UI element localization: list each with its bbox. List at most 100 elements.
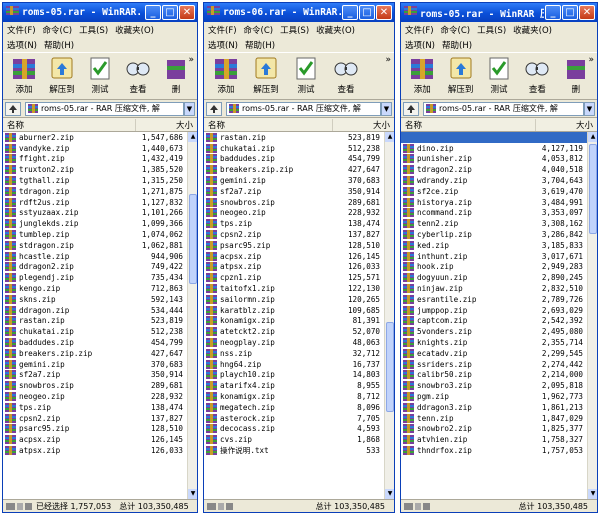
menu-item[interactable]: 文件(F) bbox=[7, 24, 36, 36]
close-button[interactable]: ✕ bbox=[376, 5, 392, 20]
file-row[interactable]: atarifx4.zip 8,955 bbox=[204, 380, 384, 391]
file-row[interactable]: playch10.zip 14,803 bbox=[204, 370, 384, 381]
file-row[interactable]: kengo.zip 712,863 bbox=[3, 283, 187, 294]
file-row[interactable]: breakers.zip.zip 427,647 bbox=[3, 348, 187, 359]
scroll-up-arrow-icon[interactable]: ▲ bbox=[385, 132, 394, 142]
file-row[interactable]: esrantile.zip 2,789,726 bbox=[401, 294, 587, 305]
file-row[interactable]: dogyuun.zip 2,890,245 bbox=[401, 272, 587, 283]
file-row[interactable]: baddudes.zip 454,799 bbox=[204, 154, 384, 165]
title-bar[interactable]: roms-05.rar - WinRAR... _ □ ✕ bbox=[3, 3, 197, 22]
file-row[interactable]: decocass.zip 4,593 bbox=[204, 424, 384, 435]
toolbar-overflow-chevron-icon[interactable]: » bbox=[588, 55, 594, 65]
file-row[interactable]: megatech.zip 8,096 bbox=[204, 402, 384, 413]
file-row[interactable]: taitofx1.zip 122,130 bbox=[204, 283, 384, 294]
file-row[interactable] bbox=[401, 132, 587, 143]
toolbar-overflow-chevron-icon[interactable]: » bbox=[188, 55, 194, 65]
file-row[interactable]: dino.zip 4,127,119 bbox=[401, 143, 587, 154]
file-row[interactable]: tgthall.zip 1,315,250 bbox=[3, 175, 187, 186]
menu-item[interactable]: 选项(N) bbox=[208, 39, 238, 51]
file-row[interactable]: ked.zip 3,185,833 bbox=[401, 240, 587, 251]
file-row[interactable]: sf2a7.zip 350,914 bbox=[3, 370, 187, 381]
file-row[interactable]: atetckt2.zip 52,070 bbox=[204, 326, 384, 337]
column-size-header[interactable]: 大小 bbox=[332, 118, 394, 131]
file-row[interactable]: inthunt.zip 3,017,671 bbox=[401, 251, 587, 262]
file-row[interactable]: pgm.zip 1,962,773 bbox=[401, 391, 587, 402]
file-row[interactable]: cpzn1.zip 125,571 bbox=[204, 272, 384, 283]
file-row[interactable]: rastan.zip 523,819 bbox=[3, 316, 187, 327]
menu-item[interactable]: 工具(S) bbox=[280, 24, 309, 36]
scroll-down-arrow-icon[interactable]: ▼ bbox=[385, 489, 394, 499]
file-row[interactable]: junglekds.zip 1,099,366 bbox=[3, 218, 187, 229]
file-row[interactable]: atpsx.zip 126,033 bbox=[204, 262, 384, 273]
file-row[interactable]: hng64.zip 16,737 bbox=[204, 359, 384, 370]
minimize-button[interactable]: _ bbox=[545, 5, 561, 20]
close-button[interactable]: ✕ bbox=[579, 5, 595, 20]
scroll-down-arrow-icon[interactable]: ▼ bbox=[588, 489, 597, 499]
file-row[interactable]: knights.zip 2,355,714 bbox=[401, 337, 587, 348]
menu-item[interactable]: 收藏夹(O) bbox=[115, 24, 154, 36]
file-row[interactable]: ddragon3.zip 1,861,213 bbox=[401, 402, 587, 413]
file-row[interactable]: cpsn2.zip 137,827 bbox=[204, 229, 384, 240]
file-row[interactable]: snowbros.zip 289,681 bbox=[204, 197, 384, 208]
file-row[interactable]: ssriders.zip 2,274,442 bbox=[401, 359, 587, 370]
file-row[interactable]: tenn.zip 1,847,029 bbox=[401, 413, 587, 424]
file-row[interactable]: psarc95.zip 128,510 bbox=[204, 240, 384, 251]
file-row[interactable]: vandyke.zip 1,440,673 bbox=[3, 143, 187, 154]
column-name-header[interactable]: 名称 bbox=[204, 119, 332, 131]
file-row[interactable]: hcastle.zip 944,906 bbox=[3, 251, 187, 262]
file-row[interactable]: snowbros.zip 289,681 bbox=[3, 380, 187, 391]
view-button[interactable]: 查看 bbox=[518, 55, 556, 95]
file-row[interactable]: jumppop.zip 2,693,029 bbox=[401, 305, 587, 316]
vertical-scrollbar[interactable]: ▲ ▼ bbox=[384, 132, 394, 499]
menu-item[interactable]: 选项(N) bbox=[7, 39, 37, 51]
file-row[interactable]: historya.zip 3,484,991 bbox=[401, 197, 587, 208]
scrollbar-thumb[interactable] bbox=[589, 144, 597, 234]
vertical-scrollbar[interactable]: ▲ ▼ bbox=[187, 132, 197, 499]
title-bar[interactable]: roms-06.rar - WinRAR..._□✕ bbox=[204, 3, 394, 22]
file-row[interactable]: hook.zip 2,949,283 bbox=[401, 262, 587, 273]
file-row[interactable]: acpsx.zip 126,145 bbox=[204, 251, 384, 262]
address-path[interactable]: roms-05.rar - RAR 压缩文件, 解 bbox=[226, 101, 381, 116]
file-row[interactable]: tenn2.zip 3,308,162 bbox=[401, 218, 587, 229]
file-row[interactable]: asterock.zip 7,705 bbox=[204, 413, 384, 424]
address-dropdown-button[interactable]: ▼ bbox=[184, 101, 195, 116]
file-row[interactable]: ffight.zip 1,432,419 bbox=[3, 154, 187, 165]
scroll-up-arrow-icon[interactable]: ▲ bbox=[188, 132, 197, 142]
file-row[interactable]: konamigx.zip 8,712 bbox=[204, 391, 384, 402]
test-button[interactable]: 测试 bbox=[81, 55, 119, 95]
add-button[interactable]: 添加 bbox=[403, 55, 441, 95]
menu-item[interactable]: 帮助(H) bbox=[245, 39, 275, 51]
column-name-header[interactable]: 名称 bbox=[3, 119, 135, 131]
file-row[interactable]: punisher.zip 4,053,812 bbox=[401, 154, 587, 165]
file-row[interactable]: baddudes.zip 454,799 bbox=[3, 337, 187, 348]
menu-item[interactable]: 文件(F) bbox=[405, 24, 434, 36]
maximize-button[interactable]: □ bbox=[359, 5, 375, 20]
file-row[interactable]: truxton2.zip 1,385,520 bbox=[3, 164, 187, 175]
column-size-header[interactable]: 大小 bbox=[535, 118, 597, 131]
address-dropdown-button[interactable]: ▼ bbox=[381, 101, 392, 116]
view-button[interactable]: 查看 bbox=[119, 55, 157, 95]
menu-item[interactable]: 收藏夹(O) bbox=[513, 24, 552, 36]
menu-item[interactable]: 帮助(H) bbox=[442, 39, 472, 51]
address-path[interactable]: roms-05.rar - RAR 压缩文件, 解 bbox=[423, 101, 584, 116]
file-row[interactable]: thndrfox.zip 1,757,053 bbox=[401, 445, 587, 456]
scroll-down-arrow-icon[interactable]: ▼ bbox=[188, 489, 197, 499]
file-row[interactable]: plegendj.zip 735,434 bbox=[3, 272, 187, 283]
scrollbar-thumb[interactable] bbox=[189, 194, 197, 284]
file-row[interactable]: karatblz.zip 109,685 bbox=[204, 305, 384, 316]
file-row[interactable]: cpsn2.zip 137,827 bbox=[3, 413, 187, 424]
file-row[interactable]: gemini.zip 370,683 bbox=[204, 175, 384, 186]
file-row[interactable]: stdragon.zip 1,062,881 bbox=[3, 240, 187, 251]
menu-item[interactable]: 命令(C) bbox=[244, 24, 274, 36]
address-path[interactable]: roms-05.rar - RAR 压缩文件, 解 bbox=[25, 101, 184, 116]
column-size-header[interactable]: 大小 bbox=[135, 118, 197, 131]
file-row[interactable]: captcom.zip 2,542,392 bbox=[401, 316, 587, 327]
file-row[interactable]: 5vonders.zip 2,495,080 bbox=[401, 326, 587, 337]
file-row[interactable]: neogplay.zip 48,063 bbox=[204, 337, 384, 348]
file-row[interactable]: cvs.zip 1,868 bbox=[204, 434, 384, 445]
file-row[interactable]: konamigx.zip 81,391 bbox=[204, 316, 384, 327]
menu-item[interactable]: 工具(S) bbox=[79, 24, 108, 36]
menu-item[interactable]: 选项(N) bbox=[405, 39, 435, 51]
file-row[interactable]: nss.zip 32,712 bbox=[204, 348, 384, 359]
file-row[interactable]: acpsx.zip 126,145 bbox=[3, 434, 187, 445]
